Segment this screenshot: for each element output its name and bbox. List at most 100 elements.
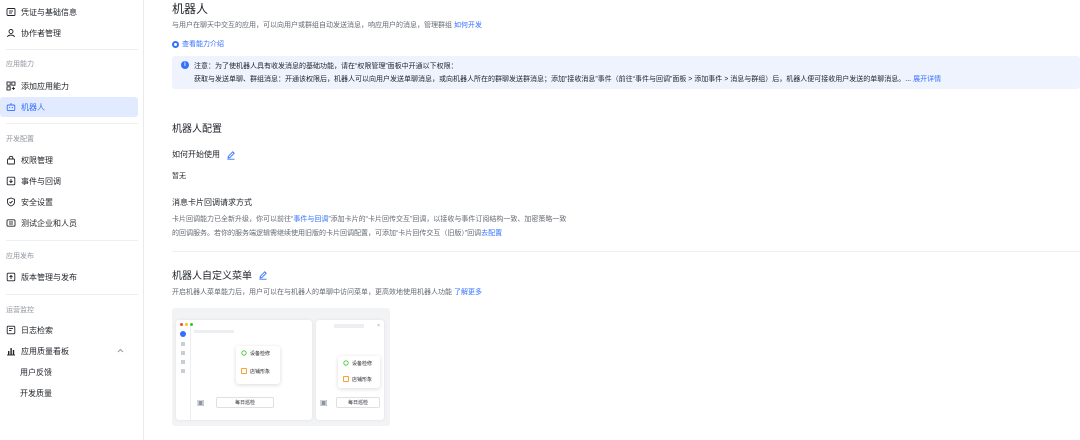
preview-item-label: 设备检修 <box>250 350 271 357</box>
wrench-icon <box>241 350 247 356</box>
store-icon <box>343 376 349 382</box>
preview-bottom-button: 每日巡检 <box>216 397 274 408</box>
go-configure-link[interactable]: 去配置 <box>481 230 502 237</box>
id-card-icon <box>6 7 16 17</box>
menu-preview-image: 设备检修 店铺形象 ▣ 每日巡检 × 设备检修 店铺形象 ▣ 每日巡检 <box>172 308 390 426</box>
events-callback-link[interactable]: 事件与回调 <box>293 216 328 223</box>
capability-link-label: 查看能力介绍 <box>182 41 224 48</box>
card-desc-text: 的回调服务。若你的服务端逻辑需继续使用旧版的卡片回调配置，可添加“卡片回传交互（… <box>172 230 482 237</box>
section-ops-monitor: 运营监控 <box>6 307 34 314</box>
preview-menu-popup: 设备检修 店铺形象 <box>236 346 280 384</box>
card-desc-text: ”添加卡片的“卡片回传交互”回调，以接收与事件订阅结构一致、加密策略一致 <box>328 216 567 223</box>
section-dev-config: 开发配置 <box>6 136 34 143</box>
preview-menu-item: 店铺形象 <box>338 372 380 386</box>
lock-icon <box>6 155 16 165</box>
sidebar-item-collaborators[interactable]: 协作者管理 <box>0 23 138 43</box>
sidebar-item-label: 应用质量看板 <box>21 346 69 356</box>
section-app-ability: 应用能力 <box>6 61 34 68</box>
robot-icon <box>6 102 16 112</box>
section-title-robot-config: 机器人配置 <box>172 124 222 135</box>
info-icon: i <box>181 61 189 69</box>
main-content: 机器人 与用户在聊天中交互的应用，可以向用户或群组自动发送消息，响应用户的消息，… <box>172 0 1080 440</box>
menu-description: 开启机器人菜单能力后，用户可以在与机器人的单聊中访问菜单，更高效地使用机器人功能… <box>172 287 482 297</box>
sidebar-item-label: 事件与回调 <box>21 176 61 186</box>
menu-title: 机器人自定义菜单 <box>172 271 252 282</box>
page-description: 与用户在聊天中交互的应用，可以向用户或群组自动发送消息，响应用户的消息，管理群组… <box>172 20 482 30</box>
sidebar-item-credentials[interactable]: 凭证与基础信息 <box>0 2 138 22</box>
preview-bottom-label: 每日巡检 <box>234 400 255 406</box>
sidebar-item-logs[interactable]: 日志检索 <box>0 320 138 340</box>
bar-chart-icon <box>6 346 16 356</box>
grid-add-icon <box>6 81 16 91</box>
preview-menu-item: 设备检修 <box>338 356 380 370</box>
sidebar-item-label: 测试企业和人员 <box>21 218 77 228</box>
sidebar-item-label: 日志检索 <box>21 325 53 335</box>
capability-link[interactable]: 查看能力介绍 <box>172 39 224 49</box>
preview-item-label: 店铺形象 <box>352 376 373 383</box>
notice-banner: i 注意：为了使机器人具有收发消息的基础功能，请在“权限管理”面板中开通以下权限… <box>172 56 1080 89</box>
sidebar-item-label: 安全设置 <box>21 197 53 207</box>
sidebar-item-events[interactable]: 事件与回调 <box>0 171 138 191</box>
sidebar-item-label: 用户反馈 <box>20 367 52 377</box>
sidebar-item-add-ability[interactable]: 添加应用能力 <box>0 76 138 96</box>
sidebar-item-label: 添加应用能力 <box>21 81 69 91</box>
section-app-publish: 应用发布 <box>6 253 34 260</box>
app-root: 凭证与基础信息 协作者管理 应用能力 添加应用能力 机器人 开发配置 权限管理 … <box>0 0 1080 440</box>
sidebar-item-dev-quality[interactable]: 开发质量 <box>0 383 138 403</box>
log-icon <box>6 325 16 335</box>
how-to-use-value: 暂无 <box>172 173 186 180</box>
learn-more-link[interactable]: 了解更多 <box>454 289 482 296</box>
menu-desc-text: 开启机器人菜单能力后，用户可以在与机器人的单聊中访问菜单，更高效地使用机器人功能 <box>172 289 452 296</box>
sidebar-item-security[interactable]: 安全设置 <box>0 192 138 212</box>
divider <box>6 240 138 241</box>
wrench-icon <box>343 360 349 366</box>
sidebar-item-label: 版本管理与发布 <box>21 272 77 282</box>
preview-item-label: 店铺形象 <box>250 368 271 375</box>
notice-line-1: 注意：为了使机器人具有收发消息的基础功能，请在“权限管理”面板中开通以下权限： <box>194 63 458 70</box>
card-callback-desc-1: 卡片回调能力已全新升级，你可以前往“事件与回调”添加卡片的“卡片回传交互”回调，… <box>172 214 566 224</box>
divider <box>6 123 138 124</box>
camera-icon: ▣ <box>320 398 328 407</box>
sidebar-item-label: 协作者管理 <box>21 28 61 38</box>
card-callback-desc-2: 的回调服务。若你的服务端逻辑需继续使用旧版的卡片回调配置，可添加“卡片回传交互（… <box>172 228 502 238</box>
card-callback-title: 消息卡片回调请求方式 <box>172 198 252 207</box>
upload-icon <box>6 272 16 282</box>
expand-details-link[interactable]: 展开详情 <box>913 76 941 83</box>
page-title: 机器人 <box>172 2 209 16</box>
notice-line-2: 获取与发送单聊、群组消息：开通该权限后，机器人可以向用户发送单聊消息，或向机器人… <box>194 74 941 84</box>
preview-menu-item: 店铺形象 <box>236 364 280 378</box>
sidebar-item-label: 权限管理 <box>21 155 53 165</box>
description-text: 与用户在聊天中交互的应用，可以向用户或群组自动发送消息，响应用户的消息，管理群组 <box>172 22 452 29</box>
preview-bottom-label: 每日巡检 <box>347 400 368 406</box>
notice-line-2-text: 获取与发送单聊、群组消息：开通该权限后，机器人可以向用户发送单聊消息，或向机器人… <box>194 76 912 83</box>
how-to-use-title: 如何开始使用 <box>172 150 220 159</box>
sidebar-item-permissions[interactable]: 权限管理 <box>0 150 138 170</box>
menu-heading: 机器人自定义菜单 <box>172 267 268 282</box>
camera-icon: ▣ <box>197 398 205 407</box>
card-desc-text: 卡片回调能力已全新升级，你可以前往“ <box>172 216 294 223</box>
preview-mobile-menu: 设备检修 店铺形象 <box>338 356 380 388</box>
chevron-up-icon[interactable] <box>117 348 124 355</box>
divider <box>6 49 138 50</box>
sidebar-item-user-feedback[interactable]: 用户反馈 <box>0 362 138 382</box>
preview-item-label: 设备检修 <box>352 360 373 367</box>
event-icon <box>6 176 16 186</box>
how-to-use-heading: 如何开始使用 <box>172 149 236 160</box>
play-circle-icon <box>172 40 179 48</box>
sidebar-item-quality-board[interactable]: 应用质量看板 <box>0 341 138 361</box>
how-to-dev-link[interactable]: 如何开发 <box>454 22 482 29</box>
edit-icon[interactable] <box>258 270 268 280</box>
store-icon <box>241 368 247 374</box>
sidebar-item-test-org[interactable]: 测试企业和人员 <box>0 213 138 233</box>
sidebar-item-label: 开发质量 <box>20 388 52 398</box>
divider <box>6 294 138 295</box>
divider <box>172 251 1080 252</box>
sidebar-item-label: 凭证与基础信息 <box>21 7 77 17</box>
preview-menu-item: 设备检修 <box>236 346 280 360</box>
test-org-icon <box>6 218 16 228</box>
edit-icon[interactable] <box>226 150 236 160</box>
sidebar-item-robot[interactable]: 机器人 <box>0 97 138 117</box>
user-icon <box>6 28 16 38</box>
sidebar-item-versions[interactable]: 版本管理与发布 <box>0 267 138 287</box>
sidebar-item-label: 机器人 <box>21 102 45 112</box>
